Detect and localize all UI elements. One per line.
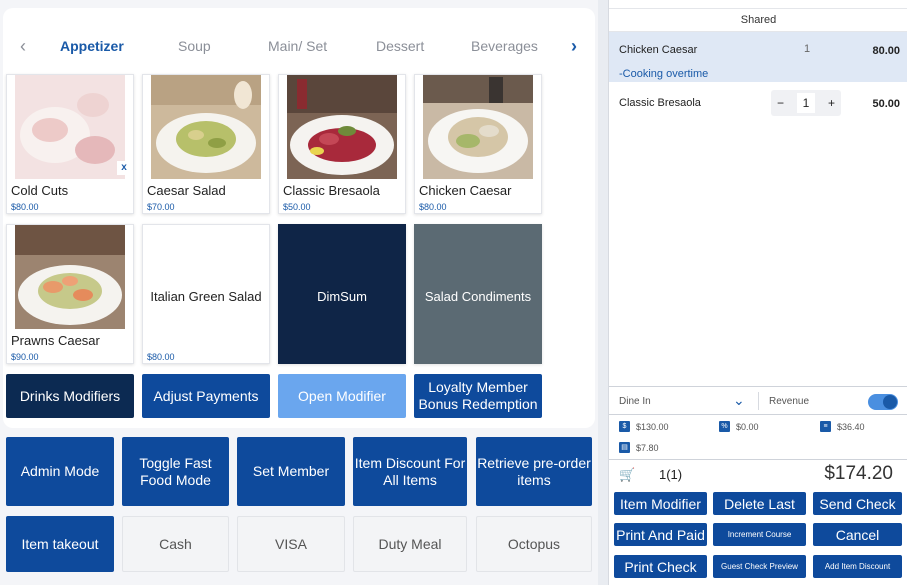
open-modifier-button[interactable]: Open Modifier (278, 374, 406, 418)
cold-cuts-photo (15, 75, 125, 179)
item-price: $70.00 (147, 202, 175, 212)
menu-item-dimsum[interactable]: DimSum (278, 224, 406, 364)
retrieve-pre-order-button[interactable]: Retrieve pre-order items (476, 437, 592, 506)
tax-icon: ▤ (619, 442, 630, 453)
item-modifier-button[interactable]: Item Modifier (614, 492, 707, 515)
cart-icon: 🛒 (619, 467, 636, 482)
guest-check-preview-button[interactable]: Guest Check Preview (713, 555, 806, 578)
item-name: Classic Bresaola (283, 183, 380, 198)
cash-button[interactable]: Cash (122, 516, 229, 572)
menu-item-classic-bresaola[interactable]: Classic Bresaola $50.00 (278, 74, 406, 214)
item-name: Chicken Caesar (419, 183, 512, 198)
cancel-button[interactable]: Cancel (813, 523, 902, 546)
section-header: Shared (609, 8, 907, 32)
item-takeout-button[interactable]: Item takeout (6, 516, 114, 572)
order-total: $174.20 (824, 463, 893, 484)
item-price: $50.00 (283, 202, 311, 212)
summary-value: $0.00 (736, 421, 759, 432)
adjust-payments-button[interactable]: Adjust Payments (142, 374, 270, 418)
loyalty-member-bonus-redemption-button[interactable]: Loyalty Member Bonus Redemption (414, 374, 542, 418)
plus-icon[interactable]: + (828, 96, 835, 110)
service-charge-summary: ≡ $36.40 (820, 421, 865, 432)
money-icon: $ (619, 421, 630, 432)
quantity-value: 1 (797, 93, 815, 113)
item-price: $80.00 (419, 202, 447, 212)
item-name: Prawns Caesar (11, 333, 100, 348)
order-item-name: Classic Bresaola (619, 97, 701, 109)
menu-item-salad-condiments[interactable]: Salad Condiments (414, 224, 542, 364)
add-item-discount-button[interactable]: Add Item Discount (813, 555, 902, 578)
menu-item-prawns-caesar[interactable]: Prawns Caesar $90.00 (6, 224, 134, 364)
dine-mode-select[interactable]: Dine In (619, 396, 651, 407)
send-check-button[interactable]: Send Check (813, 492, 902, 515)
tab-appetizer[interactable]: Appetizer (60, 38, 124, 54)
set-member-button[interactable]: Set Member (237, 437, 345, 506)
item-price: $80.00 (147, 352, 175, 362)
divider (609, 459, 907, 460)
order-item-name: Chicken Caesar (619, 44, 698, 56)
quantity-stepper: − 1 + (771, 90, 841, 116)
toggle-knob (883, 395, 897, 409)
tab-main-set[interactable]: Main/ Set (268, 38, 327, 54)
menu-panel: ‹ Appetizer Soup Main/ Set Dessert Bever… (0, 0, 598, 585)
caesar-salad-photo (151, 75, 261, 179)
discount-summary: % $0.00 (719, 421, 759, 432)
revenue-label: Revenue (769, 396, 810, 407)
minus-icon[interactable]: − (777, 96, 784, 110)
divider (609, 386, 907, 387)
print-check-button[interactable]: Print Check (614, 555, 707, 578)
menu-item-caesar-salad[interactable]: Caesar Salad $70.00 (142, 74, 270, 214)
item-price: $80.00 (11, 202, 39, 212)
item-name: Salad Condiments (424, 289, 532, 304)
order-line[interactable]: Chicken Caesar 1 80.00 -Cooking overtime (609, 32, 907, 82)
tab-dessert[interactable]: Dessert (376, 38, 424, 54)
admin-mode-button[interactable]: Admin Mode (6, 437, 114, 506)
item-price: $90.00 (11, 352, 39, 362)
category-tabs: ‹ Appetizer Soup Main/ Set Dessert Bever… (3, 28, 595, 68)
percent-icon: % (719, 421, 730, 432)
summary-value: $7.80 (636, 442, 659, 453)
classic-bresaola-photo (287, 75, 397, 179)
toggle-fast-food-mode-button[interactable]: Toggle Fast Food Mode (122, 437, 229, 506)
next-category-icon[interactable]: › (571, 36, 577, 56)
tax-summary: ▤ $7.80 (619, 442, 659, 453)
chevron-down-icon[interactable]: ⌄ (733, 392, 745, 409)
order-item-qty: 1 (804, 43, 811, 55)
prev-category-icon[interactable]: ‹ (20, 36, 26, 56)
service-icon: ≡ (820, 421, 831, 432)
order-item-price: 80.00 (872, 45, 900, 57)
order-item-price: 50.00 (872, 98, 900, 110)
item-name: Caesar Salad (147, 183, 226, 198)
order-panel: Shared Chicken Caesar 1 80.00 -Cooking o… (608, 0, 907, 585)
duty-meal-button[interactable]: Duty Meal (353, 516, 467, 572)
divider (758, 392, 759, 410)
divider (609, 414, 907, 415)
prawns-caesar-photo (15, 225, 125, 329)
summary-value: $36.40 (837, 421, 865, 432)
item-name: Cold Cuts (11, 183, 69, 198)
order-line[interactable]: Classic Bresaola − 1 + 50.00 (609, 84, 907, 122)
chicken-caesar-photo (423, 75, 533, 179)
remove-icon[interactable]: x (117, 161, 131, 175)
increment-course-button[interactable]: Increment Course (713, 523, 806, 546)
drinks-modifiers-button[interactable]: Drinks Modifiers (6, 374, 134, 418)
menu-item-chicken-caesar[interactable]: Chicken Caesar $80.00 (414, 74, 542, 214)
item-name: Italian Green Salad (150, 289, 262, 304)
octopus-button[interactable]: Octopus (476, 516, 592, 572)
subtotal-summary: $ $130.00 (619, 421, 669, 432)
visa-button[interactable]: VISA (237, 516, 345, 572)
revenue-toggle[interactable] (868, 394, 898, 410)
menu-card: ‹ Appetizer Soup Main/ Set Dessert Bever… (3, 8, 595, 428)
summary-value: $130.00 (636, 421, 669, 432)
menu-item-italian-green-salad[interactable]: Italian Green Salad $80.00 (142, 224, 270, 364)
order-item-note: -Cooking overtime (619, 68, 709, 80)
delete-last-button[interactable]: Delete Last (713, 492, 806, 515)
item-discount-all-button[interactable]: Item Discount For All Items (353, 437, 467, 506)
cart-count: 1(1) (659, 467, 683, 482)
menu-item-cold-cuts[interactable]: x Cold Cuts $80.00 (6, 74, 134, 214)
item-name: DimSum (317, 289, 367, 304)
tab-soup[interactable]: Soup (178, 38, 211, 54)
print-and-paid-button[interactable]: Print And Paid (614, 523, 707, 546)
tab-beverages[interactable]: Beverages (471, 38, 538, 54)
